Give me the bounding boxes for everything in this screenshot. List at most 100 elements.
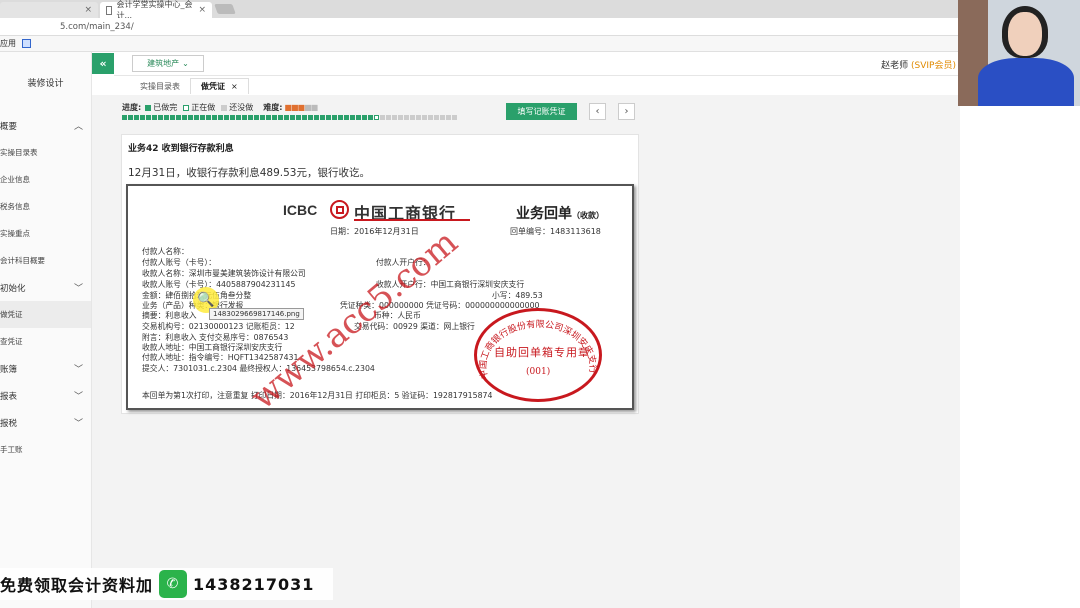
progress-cell[interactable] [314, 115, 319, 120]
sidebar-item[interactable]: 实操重点 [0, 220, 91, 247]
progress-cell[interactable] [194, 115, 199, 120]
sidebar-item-label: 会计科目概要 [0, 256, 45, 265]
progress-cell[interactable] [344, 115, 349, 120]
progress-cell[interactable] [134, 115, 139, 120]
progress-cell[interactable] [362, 115, 367, 120]
progress-cell[interactable] [398, 115, 403, 120]
progress-cell[interactable] [200, 115, 205, 120]
progress-cell[interactable] [284, 115, 289, 120]
sidebar-item[interactable]: 初始化 ﹀ [0, 274, 91, 301]
progress-cell[interactable] [422, 115, 427, 120]
sidebar-item[interactable]: 报税 ﹀ [0, 409, 91, 436]
progress-cell[interactable] [392, 115, 397, 120]
sidebar-item[interactable]: 实操目录表 [0, 139, 91, 166]
company-select[interactable]: 建筑地产 ⌄ [132, 55, 204, 72]
difficulty-label: 难度: [263, 103, 283, 112]
progress-cell[interactable] [320, 115, 325, 120]
progress-cell[interactable] [296, 115, 301, 120]
close-icon[interactable]: × [231, 82, 238, 91]
wechat-icon: ✆ [159, 570, 188, 598]
progress-cell[interactable] [380, 115, 385, 120]
progress-cell[interactable] [368, 115, 373, 120]
progress-cell[interactable] [308, 115, 313, 120]
tab-catalog[interactable]: 实操目录表 [130, 78, 190, 94]
close-icon[interactable]: × [198, 5, 206, 15]
progress-cell[interactable] [446, 115, 451, 120]
progress-cell[interactable] [332, 115, 337, 120]
progress-cell[interactable] [374, 115, 379, 120]
progress-cell[interactable] [266, 115, 271, 120]
sidebar-item-label: 查凭证 [0, 337, 23, 346]
progress-cell[interactable] [158, 115, 163, 120]
progress-cell[interactable] [428, 115, 433, 120]
bookmark-icon[interactable] [22, 39, 31, 48]
progress-cell[interactable] [410, 115, 415, 120]
progress-cell[interactable] [188, 115, 193, 120]
progress-cell[interactable] [356, 115, 361, 120]
chevron-down-icon: ﹀ [73, 284, 83, 294]
progress-cell[interactable] [218, 115, 223, 120]
progress-cell[interactable] [176, 115, 181, 120]
progress-cell[interactable] [290, 115, 295, 120]
fill-voucher-button[interactable]: 填写记账凭证 [506, 103, 577, 120]
progress-cell[interactable] [326, 115, 331, 120]
progress-cell[interactable] [386, 115, 391, 120]
progress-cell[interactable] [260, 115, 265, 120]
progress-cell[interactable] [128, 115, 133, 120]
progress-cell[interactable] [122, 115, 127, 120]
progress-cell[interactable] [140, 115, 145, 120]
vip-badge: (SVIP会员) [911, 61, 956, 71]
progress-cell[interactable] [350, 115, 355, 120]
progress-cell[interactable] [206, 115, 211, 120]
progress-cell[interactable] [404, 115, 409, 120]
user-info[interactable]: 赵老师 (SVIP会员) [881, 58, 956, 71]
star-icon: ■ [310, 103, 319, 112]
tab-voucher[interactable]: 做凭证 × [190, 78, 249, 94]
chevron-up-icon: ︿ [73, 122, 83, 132]
sidebar-item[interactable]: 报表 ﹀ [0, 382, 91, 409]
sidebar-item[interactable]: 手工账 [0, 436, 91, 463]
bank-underline [354, 219, 470, 221]
sidebar-item[interactable]: 账簿 ﹀ [0, 355, 91, 382]
progress-cell[interactable] [212, 115, 217, 120]
collapse-sidebar-button[interactable]: « [92, 53, 114, 74]
close-icon[interactable]: × [84, 5, 92, 15]
sidebar-item-label: 税务信息 [0, 202, 30, 211]
sidebar-item[interactable]: 税务信息 [0, 193, 91, 220]
progress-cell[interactable] [254, 115, 259, 120]
progress-legend: 进度: 已做完 正在做 还没做 难度: ■■■■■ [122, 102, 319, 113]
apps-bookmark[interactable]: 应用 [0, 38, 16, 49]
browser-tab-active[interactable]: 会计学堂实操中心_会计... × [100, 0, 212, 20]
receipt-line: 收款人账号（卡号）：4405887904231145 [142, 280, 296, 289]
browser-tab[interactable]: × [0, 2, 98, 18]
sidebar-item[interactable]: 做凭证 [0, 301, 91, 328]
sidebar-item[interactable]: 概要 ︿ [0, 112, 91, 139]
prev-button[interactable]: ‹ [589, 103, 606, 120]
progress-cell[interactable] [146, 115, 151, 120]
sidebar-item[interactable]: 查凭证 [0, 328, 91, 355]
next-button[interactable]: › [618, 103, 635, 120]
presenter-face [1008, 12, 1042, 56]
progress-cell[interactable] [338, 115, 343, 120]
progress-cell[interactable] [248, 115, 253, 120]
progress-cell[interactable] [224, 115, 229, 120]
sidebar-item[interactable]: 会计科目概要 [0, 247, 91, 274]
progress-cell[interactable] [302, 115, 307, 120]
progress-cell[interactable] [164, 115, 169, 120]
progress-cell[interactable] [278, 115, 283, 120]
progress-cell[interactable] [230, 115, 235, 120]
progress-cell[interactable] [452, 115, 457, 120]
progress-cell[interactable] [434, 115, 439, 120]
progress-cell[interactable] [440, 115, 445, 120]
sidebar-item[interactable]: 企业信息 [0, 166, 91, 193]
progress-cell[interactable] [272, 115, 277, 120]
progress-cell[interactable] [152, 115, 157, 120]
progress-cell[interactable] [416, 115, 421, 120]
new-tab-button[interactable] [214, 4, 236, 14]
address-bar[interactable]: 5.com/main_234/ [0, 18, 1080, 36]
progress-cell[interactable] [242, 115, 247, 120]
progress-cell[interactable] [182, 115, 187, 120]
sidebar-title: 装修设计 [27, 78, 64, 89]
progress-cell[interactable] [170, 115, 175, 120]
progress-cell[interactable] [236, 115, 241, 120]
